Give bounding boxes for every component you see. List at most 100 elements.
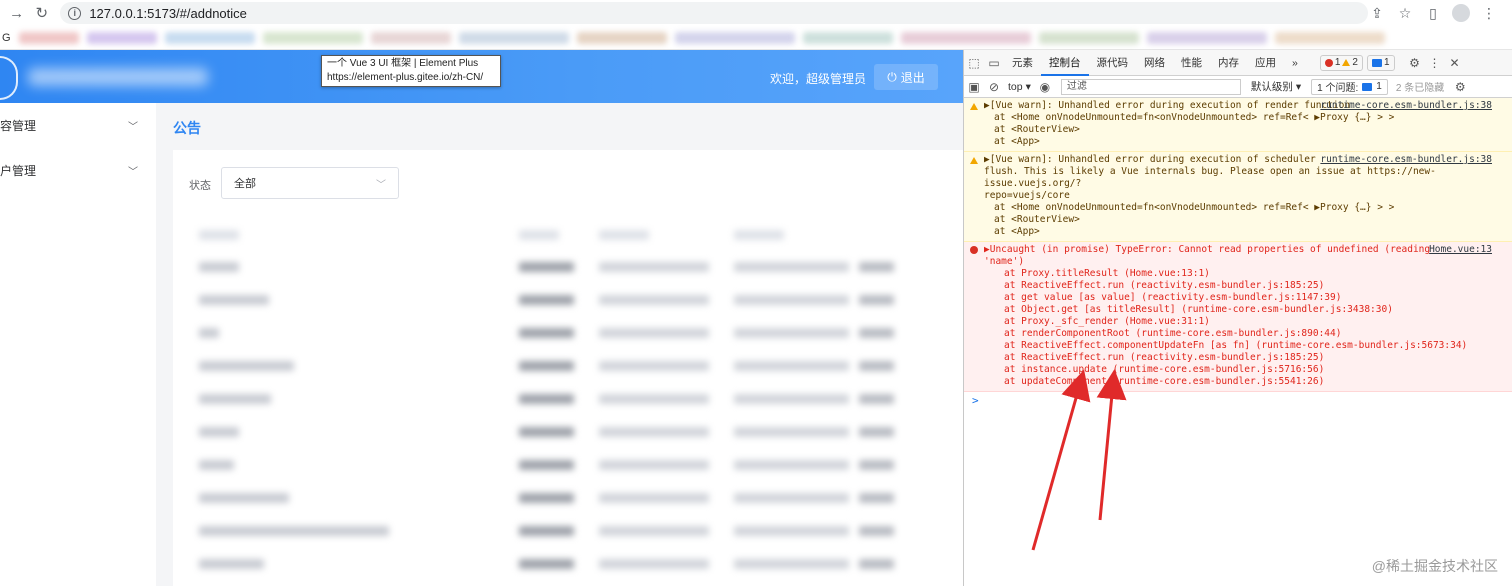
blurred-cell bbox=[599, 526, 709, 536]
context-select[interactable]: top ▾ bbox=[1004, 81, 1035, 93]
blurred-cell bbox=[734, 427, 849, 437]
console-prompt[interactable]: > bbox=[964, 392, 1512, 407]
kebab-menu-icon[interactable]: ⋮ bbox=[1425, 56, 1445, 70]
console-settings-icon[interactable]: ⚙ bbox=[1450, 80, 1470, 94]
source-link[interactable]: runtime-core.esm-bundler.js:38 bbox=[1320, 100, 1492, 112]
issue-counts-badge[interactable]: 1 2 bbox=[1319, 54, 1363, 71]
issues-count: 1 bbox=[1376, 81, 1382, 92]
blurred-bookmark bbox=[802, 31, 893, 44]
sidebar-item-label: 容管理 bbox=[0, 119, 37, 133]
blurred-cell bbox=[519, 394, 574, 404]
warning-icon bbox=[970, 102, 978, 114]
gear-icon[interactable]: ⚙ bbox=[1405, 56, 1425, 70]
tab-sources[interactable]: 源代码 bbox=[1089, 50, 1137, 76]
site-info-icon[interactable]: i bbox=[68, 6, 82, 20]
blurred-cell bbox=[199, 526, 389, 536]
blurred-cell bbox=[199, 361, 294, 371]
app-viewport: 欢迎，超级管理员 ⏻ 退出 一个 Vue 3 UI 框架 | Element P… bbox=[0, 50, 963, 586]
bookmarks-bar: G bbox=[0, 26, 1512, 50]
profile-avatar[interactable] bbox=[1452, 4, 1471, 22]
tooltip-url: https://element-plus.gitee.io/zh-CN/ bbox=[327, 72, 484, 83]
blurred-cell bbox=[599, 328, 709, 338]
source-link[interactable]: runtime-core.esm-bundler.js:38 bbox=[1320, 154, 1492, 166]
blurred-bookmark bbox=[674, 31, 795, 44]
hidden-count: 2 条已隐藏 bbox=[1395, 83, 1445, 94]
console-line: 'name') bbox=[984, 256, 1025, 267]
caret-down-icon: ▾ bbox=[1295, 80, 1302, 93]
sidebar-item-users[interactable]: 户管理 ﹀ bbox=[0, 148, 156, 193]
blurred-cell bbox=[599, 262, 709, 272]
console-line: at ReactiveEffect.run (reactivity.esm-bu… bbox=[1004, 352, 1325, 363]
console-line: at <Home onVnodeUnmounted=fn<onVnodeUnmo… bbox=[994, 112, 1395, 123]
console-filter-input[interactable]: 过滤 bbox=[1060, 78, 1241, 95]
log-level-select[interactable]: 默认级别 ▾ bbox=[1247, 79, 1305, 94]
reload-icon[interactable]: ↻ bbox=[31, 2, 52, 24]
tab-network[interactable]: 网络 bbox=[1136, 50, 1173, 76]
sidebar-toggle-icon[interactable]: ▣ bbox=[964, 80, 984, 94]
source-link[interactable]: Home.vue:13 bbox=[1429, 244, 1492, 256]
blurred-cell bbox=[199, 427, 239, 437]
console-warning-message[interactable]: runtime-core.esm-bundler.js:38 ▶[Vue warn… bbox=[964, 98, 1512, 152]
clear-console-icon[interactable]: ⊘ bbox=[984, 80, 1004, 94]
link-tooltip: 一个 Vue 3 UI 框架 | Element Plus https://el… bbox=[321, 55, 501, 87]
blurred-cell bbox=[519, 493, 574, 503]
blurred-cell bbox=[859, 262, 894, 272]
warning-icon bbox=[1342, 59, 1351, 66]
devtools-tabbar: ⬚ ▭ 元素 控制台 源代码 网络 性能 内存 应用 » 1 2 1 ⚙ ⋮ ✕ bbox=[964, 50, 1512, 76]
blurred-cell bbox=[199, 493, 289, 503]
menu-icon[interactable]: ⋮ bbox=[1480, 5, 1498, 22]
sidepanel-icon[interactable]: ▯ bbox=[1424, 5, 1442, 22]
caret-down-icon: ▾ bbox=[1025, 80, 1031, 93]
tab-memory[interactable]: 内存 bbox=[1210, 50, 1247, 76]
more-tabs-button[interactable]: » bbox=[1284, 50, 1306, 76]
console-line: at ReactiveEffect.run (reactivity.esm-bu… bbox=[1004, 280, 1325, 291]
blurred-cell bbox=[519, 328, 574, 338]
forward-icon[interactable]: → bbox=[6, 2, 27, 24]
console-error-message[interactable]: Home.vue:13 ▶Uncaught (in promise) TypeEr… bbox=[964, 242, 1512, 392]
tab-performance[interactable]: 性能 bbox=[1173, 50, 1210, 76]
message-icon bbox=[1371, 58, 1382, 67]
tab-console[interactable]: 控制台 bbox=[1041, 50, 1089, 76]
sidebar-item-content[interactable]: 容管理 ﹀ bbox=[0, 103, 156, 148]
blurred-bookmark bbox=[18, 31, 79, 44]
console-warning-message[interactable]: runtime-core.esm-bundler.js:38 ▶[Vue warn… bbox=[964, 152, 1512, 242]
blurred-bookmark bbox=[262, 31, 363, 44]
share-icon[interactable]: ⇪ bbox=[1368, 5, 1386, 22]
blurred-row bbox=[189, 361, 963, 371]
status-select[interactable]: 全部 ﹀ bbox=[221, 167, 399, 199]
status-filter-label: 状态 bbox=[189, 180, 211, 192]
eye-icon[interactable]: ◉ bbox=[1035, 80, 1055, 94]
blurred-cell bbox=[734, 493, 849, 503]
tab-application[interactable]: 应用 bbox=[1247, 50, 1284, 76]
blurred-cell bbox=[859, 295, 894, 305]
inspect-icon[interactable]: ⬚ bbox=[964, 56, 984, 70]
blurred-row bbox=[189, 427, 963, 437]
logout-button[interactable]: ⏻ 退出 bbox=[874, 64, 938, 90]
close-icon[interactable]: ✕ bbox=[1445, 56, 1465, 70]
info-count-badge[interactable]: 1 bbox=[1366, 54, 1395, 71]
bookmark-item[interactable]: G bbox=[2, 32, 11, 44]
blurred-cell bbox=[734, 526, 849, 536]
logo-icon bbox=[0, 56, 18, 100]
device-toggle-icon[interactable]: ▭ bbox=[984, 56, 1004, 70]
blurred-cell bbox=[519, 526, 574, 536]
console-line: at updateComponent (runtime-core.esm-bun… bbox=[1004, 376, 1325, 387]
blurred-row bbox=[189, 394, 963, 404]
blurred-cell bbox=[599, 394, 709, 404]
console-line: at <Home onVnodeUnmounted=fn<onVnodeUnmo… bbox=[994, 202, 1395, 213]
sidebar: 容管理 ﹀ 户管理 ﹀ bbox=[0, 103, 156, 586]
issues-button[interactable]: 1 个问题: 1 bbox=[1311, 78, 1388, 95]
error-count: 1 bbox=[1334, 57, 1341, 68]
url-field[interactable]: i 127.0.0.1:5173/#/addnotice bbox=[60, 2, 1369, 24]
error-icon bbox=[970, 246, 978, 258]
blurred-row bbox=[189, 328, 963, 338]
tab-elements[interactable]: 元素 bbox=[1004, 50, 1041, 76]
blurred-bookmark bbox=[370, 31, 451, 44]
blurred-cell bbox=[859, 526, 894, 536]
chevron-down-icon: ﹀ bbox=[128, 167, 138, 178]
console-toolbar: ▣ ⊘ top ▾ ◉ 过滤 默认级别 ▾ 1 个问题: 1 2 条已隐藏 ⚙ bbox=[964, 76, 1512, 98]
blurred-bookmark bbox=[458, 31, 569, 44]
blurred-cell bbox=[734, 361, 849, 371]
blurred-row bbox=[189, 460, 963, 470]
star-icon[interactable]: ☆ bbox=[1396, 5, 1414, 22]
